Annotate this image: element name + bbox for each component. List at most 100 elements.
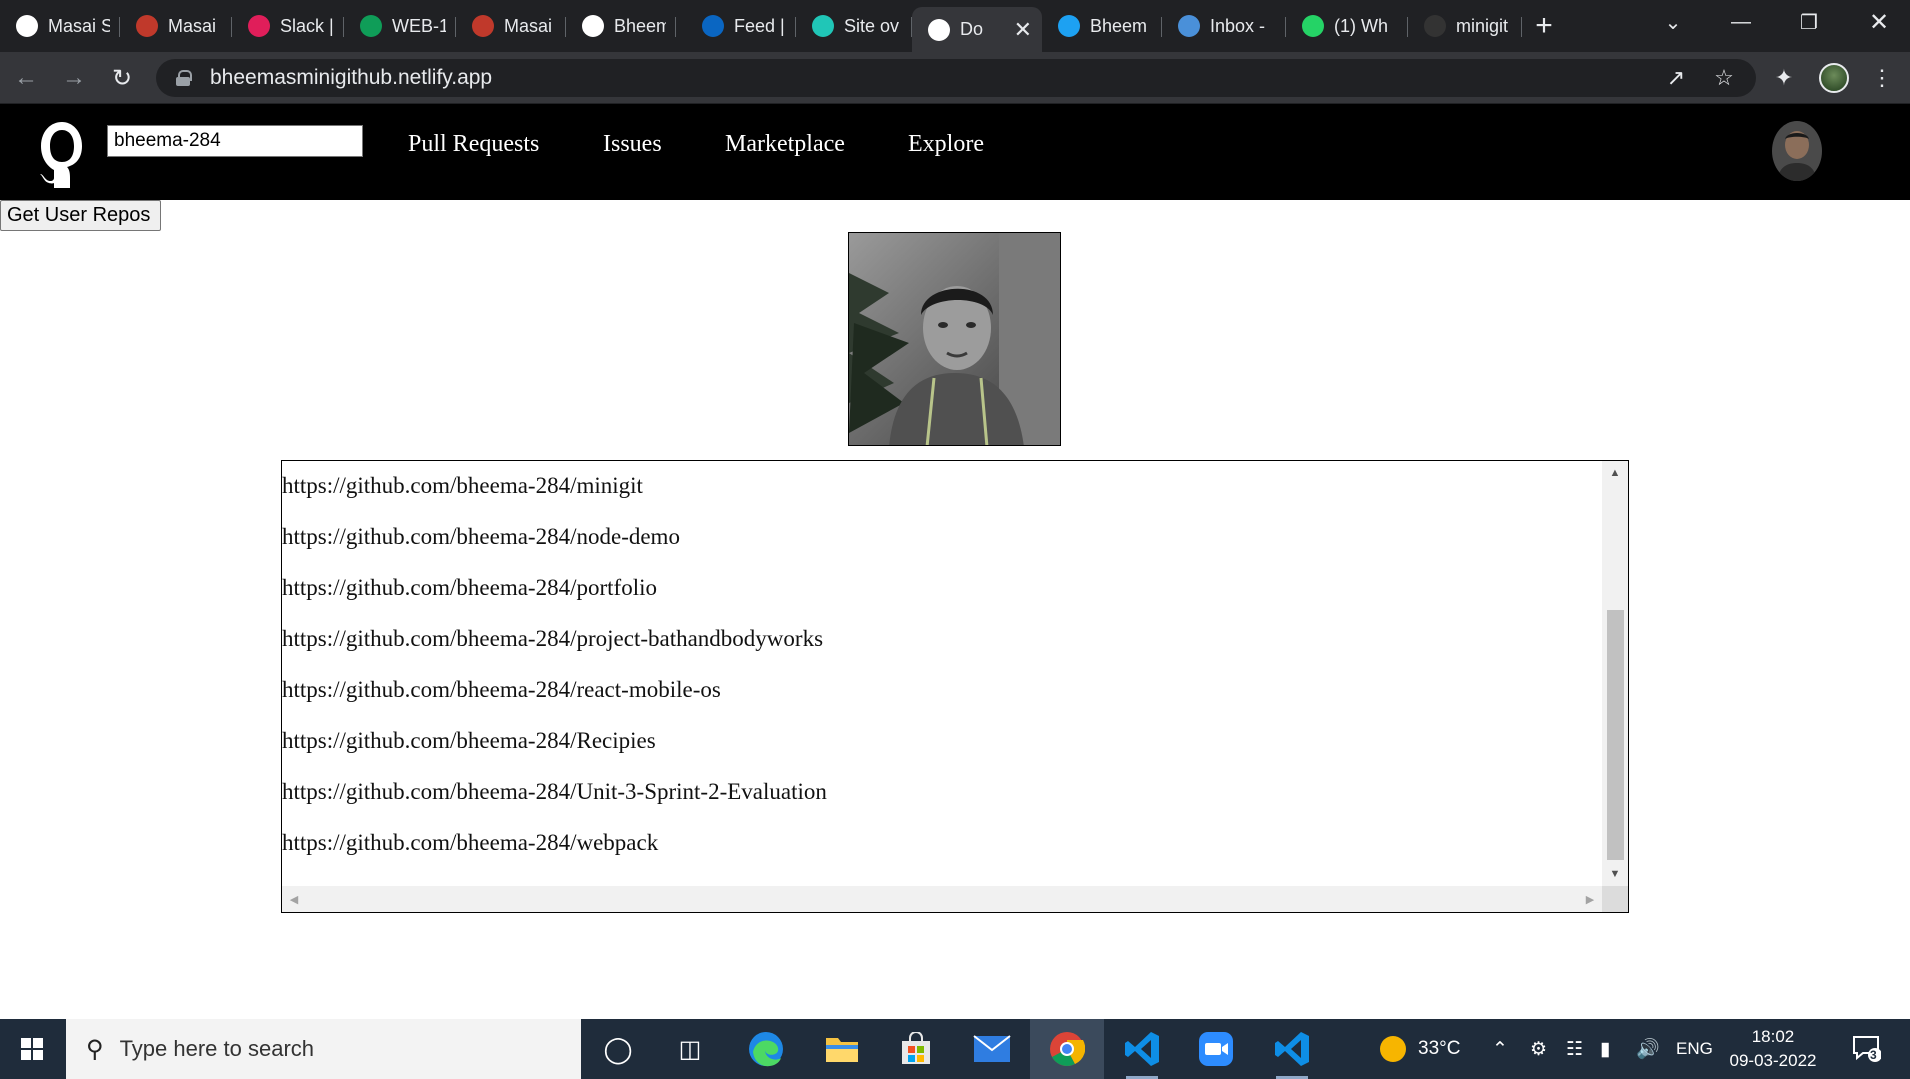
meet-now-icon[interactable]: ⚙: [1530, 1019, 1547, 1079]
zoom-icon[interactable]: [1194, 1027, 1238, 1071]
chrome-taskbar-icon[interactable]: [1030, 1019, 1104, 1079]
browser-tab[interactable]: (1) Wh: [1286, 7, 1408, 45]
browser-toolbar: ← → ↻ bheemasminigithub.netlify.app ↗ ☆ …: [0, 52, 1910, 104]
user-avatar[interactable]: [1772, 121, 1822, 181]
repo-list[interactable]: https://github.com/bheema-284/minigit htt…: [282, 461, 1602, 886]
minimize-button[interactable]: —: [1718, 0, 1764, 44]
chrome-menu-icon[interactable]: ⋮: [1866, 62, 1898, 94]
profile-avatar: [1819, 63, 1849, 93]
vscode-second-icon[interactable]: [1270, 1027, 1314, 1079]
clock-time: 18:02: [1751, 1027, 1795, 1046]
search-icon: ⚲: [86, 1035, 104, 1063]
repo-list-container[interactable]: https://github.com/bheema-284/minigit htt…: [281, 460, 1629, 913]
slack-icon: [248, 15, 270, 37]
browser-tab[interactable]: Masai |: [120, 7, 232, 45]
browser-tab-strip: + ⌄ — ❐ ✕ Masai S Masai | Slack | WEB-1 Masa…: [0, 0, 1910, 52]
close-window-button[interactable]: ✕: [1856, 0, 1902, 44]
battery-icon[interactable]: ▮: [1600, 1019, 1610, 1079]
browser-tab[interactable]: Masai |: [456, 7, 566, 45]
url-text[interactable]: bheemasminigithub.netlify.app: [210, 66, 492, 90]
browser-tab-title: Site ov: [844, 15, 900, 36]
vscode-icon[interactable]: [1120, 1027, 1164, 1079]
browser-tab[interactable]: Masai S: [0, 7, 120, 45]
new-tab-button[interactable]: +: [1530, 8, 1558, 44]
horizontal-scrollbar[interactable]: ◀ ▶: [282, 886, 1602, 912]
system-clock[interactable]: 18:02 09-03-2022: [1728, 1025, 1818, 1073]
browser-tab[interactable]: Feed |: [686, 7, 796, 45]
vertical-scrollbar[interactable]: ▲ ▼: [1602, 461, 1628, 886]
repo-link[interactable]: https://github.com/bheema-284/react-mobi…: [282, 677, 721, 703]
browser-tab[interactable]: WEB-1: [344, 7, 456, 45]
volume-icon[interactable]: 🔊: [1636, 1019, 1660, 1079]
browser-tab-title: minigit: [1456, 15, 1509, 36]
tab-search-chevron-icon[interactable]: ⌄: [1650, 0, 1696, 44]
get-user-repos-button[interactable]: Get User Repos: [0, 200, 162, 231]
browser-tab-title: Feed |: [734, 15, 785, 36]
weather-widget[interactable]: 33°C: [1380, 1019, 1460, 1079]
restore-button[interactable]: ❐: [1786, 0, 1832, 44]
browser-tab[interactable]: Do ✕: [912, 7, 1042, 52]
browser-tab[interactable]: Slack |: [232, 7, 344, 45]
address-bar[interactable]: bheemasminigithub.netlify.app ↗ ☆: [156, 59, 1756, 97]
wifi-icon[interactable]: ☷: [1566, 1019, 1583, 1079]
microsoft-store-icon[interactable]: [894, 1027, 938, 1071]
taskbar-search-box[interactable]: ⚲ Type here to search: [66, 1019, 581, 1079]
share-icon[interactable]: ↗: [1662, 65, 1690, 91]
repo-link[interactable]: https://github.com/bheema-284/portfolio: [282, 575, 657, 601]
edge-browser-icon[interactable]: [744, 1027, 788, 1071]
globe-icon: [16, 15, 38, 37]
show-hidden-icons-chevron-icon[interactable]: ⌃: [1492, 1019, 1508, 1079]
browser-tab-title: Masai S: [48, 15, 110, 36]
forward-button[interactable]: →: [58, 62, 90, 94]
extensions-puzzle-icon[interactable]: ✦: [1768, 62, 1800, 94]
repo-link[interactable]: https://github.com/bheema-284/Recipies: [282, 728, 656, 754]
repo-link[interactable]: https://github.com/bheema-284/webpack: [282, 830, 658, 856]
windows-logo-icon: [21, 1038, 43, 1060]
scroll-up-arrow-icon[interactable]: ▲: [1602, 463, 1628, 483]
windows-taskbar: ⚲ Type here to search ◯ ◫ 33°C ⌃ ⚙ ☷ ▮ 🔊…: [0, 1019, 1910, 1079]
tab-separator: [1521, 17, 1522, 37]
close-tab-icon[interactable]: ✕: [1014, 17, 1032, 43]
repo-link[interactable]: https://github.com/bheema-284/minigit: [282, 473, 643, 499]
repo-link[interactable]: https://github.com/bheema-284/project-ba…: [282, 626, 823, 652]
nav-explore[interactable]: Explore: [908, 131, 984, 158]
tab-separator: [675, 17, 676, 37]
browser-tab-title: (1) Wh: [1334, 15, 1388, 36]
repo-link[interactable]: https://github.com/bheema-284/node-demo: [282, 524, 680, 550]
back-button[interactable]: ←: [10, 62, 42, 94]
masai-icon: [472, 15, 494, 37]
netlify-icon: [812, 15, 834, 37]
whatsapp-icon: [1302, 15, 1324, 37]
browser-tab[interactable]: minigit: [1408, 7, 1522, 45]
browser-tab[interactable]: Site ov: [796, 7, 912, 45]
cortana-icon[interactable]: ◯: [596, 1027, 640, 1071]
browser-tab[interactable]: Inbox -: [1162, 7, 1286, 45]
lock-icon[interactable]: [176, 70, 192, 86]
notification-center-icon[interactable]: 3: [1851, 1033, 1882, 1063]
nav-pull-requests[interactable]: Pull Requests: [408, 131, 539, 158]
profile-photo: [848, 232, 1061, 446]
browser-tab-title: Slack |: [280, 15, 334, 36]
reload-button[interactable]: ↻: [106, 62, 138, 94]
scroll-right-arrow-icon[interactable]: ▶: [1580, 886, 1600, 912]
task-view-icon[interactable]: ◫: [668, 1027, 712, 1071]
browser-tab-title: Inbox -: [1210, 15, 1266, 36]
twitter-icon: [1058, 15, 1080, 37]
scroll-down-arrow-icon[interactable]: ▼: [1602, 864, 1628, 884]
bookmark-star-icon[interactable]: ☆: [1710, 65, 1738, 91]
browser-tab-title: Bheem: [1090, 15, 1148, 36]
scrollbar-thumb[interactable]: [1607, 610, 1624, 860]
browser-tab[interactable]: Bheem: [566, 7, 676, 45]
github-logo-icon[interactable]: [38, 118, 86, 188]
profile-avatar-button[interactable]: [1818, 62, 1850, 94]
start-button[interactable]: [0, 1019, 64, 1079]
browser-tab[interactable]: Bheem: [1042, 7, 1162, 45]
scroll-left-arrow-icon[interactable]: ◀: [284, 886, 304, 912]
mail-icon[interactable]: [970, 1027, 1014, 1071]
username-search-input[interactable]: [107, 125, 363, 157]
file-explorer-icon[interactable]: [820, 1027, 864, 1071]
nav-issues[interactable]: Issues: [603, 131, 662, 158]
repo-link[interactable]: https://github.com/bheema-284/Unit-3-Spr…: [282, 779, 827, 805]
language-indicator[interactable]: ENG: [1676, 1019, 1713, 1079]
nav-marketplace[interactable]: Marketplace: [725, 131, 845, 158]
